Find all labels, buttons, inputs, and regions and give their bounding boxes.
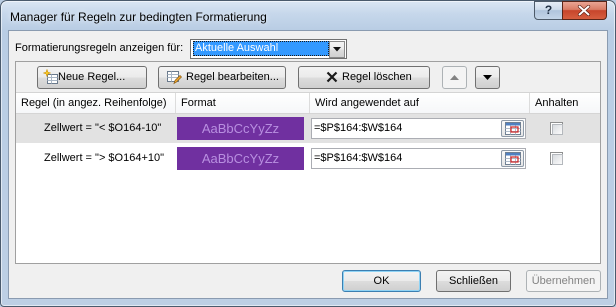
new-rule-label: Neue Regel...: [58, 71, 126, 83]
apply-label: Übernehmen: [531, 275, 596, 287]
close-dialog-label: Schließen: [449, 275, 498, 287]
dropdown-button[interactable]: [329, 41, 345, 58]
move-down-button[interactable]: [475, 66, 500, 89]
range-picker-button[interactable]: [501, 150, 524, 167]
close-icon: [577, 5, 591, 16]
collapse-dialog-icon: [505, 122, 521, 135]
edit-rule-icon: [167, 71, 182, 85]
arrow-down-icon: [483, 75, 492, 80]
delete-rule-label: Regel löschen: [342, 71, 412, 83]
format-preview: AaBbCcYyZz: [177, 117, 304, 140]
arrow-up-icon: [450, 75, 459, 80]
delete-x-icon: [326, 71, 338, 83]
stop-if-true-checkbox[interactable]: [550, 152, 563, 165]
applies-to-input[interactable]: =$P$164:$W$164: [311, 118, 526, 139]
stop-if-true-checkbox[interactable]: [550, 122, 563, 135]
column-header-rule[interactable]: Regel (in angez. Reihenfolge): [16, 93, 175, 113]
range-picker-button[interactable]: [501, 120, 524, 137]
chevron-down-icon: [333, 47, 341, 52]
ok-label: OK: [373, 275, 390, 287]
close-dialog-button[interactable]: Schließen: [436, 270, 511, 292]
rule-description: Zellwert = "< $O164-10": [44, 122, 162, 134]
apply-button[interactable]: Übernehmen: [526, 270, 601, 292]
new-rule-button[interactable]: Neue Regel...: [37, 66, 147, 89]
dropdown-selected-value: Aktuelle Auswahl: [193, 41, 329, 56]
format-preview: AaBbCcYyZz: [177, 147, 304, 170]
title-bar[interactable]: Manager für Regeln zur bedingten Formati…: [0, 0, 616, 30]
close-button[interactable]: [562, 1, 607, 20]
column-header-applies-to[interactable]: Wird angewendet auf: [309, 93, 529, 113]
move-up-button[interactable]: [442, 66, 467, 89]
new-rule-icon: [43, 69, 58, 84]
ok-button[interactable]: OK: [342, 270, 421, 292]
applies-to-input[interactable]: =$P$164:$W$164: [311, 148, 526, 169]
rule-description: Zellwert = "> $O164+10": [44, 152, 165, 164]
edit-rule-button[interactable]: Regel bearbeiten...: [158, 66, 286, 89]
applies-to-value: =$P$164:$W$164: [314, 122, 403, 134]
show-rules-for-dropdown[interactable]: Aktuelle Auswahl: [190, 39, 347, 59]
column-header-format[interactable]: Format: [175, 93, 309, 113]
table-row[interactable]: Zellwert = "< $O164-10" AaBbCcYyZz =$P$1…: [16, 114, 600, 143]
dialog-title: Manager für Regeln zur bedingten Formati…: [10, 10, 267, 24]
show-rules-for-label: Formatierungsregeln anzeigen für:: [15, 42, 184, 54]
help-icon: ?: [544, 3, 553, 17]
collapse-dialog-icon: [505, 152, 521, 165]
rules-table-header: Regel (in angez. Reihenfolge) Format Wir…: [16, 93, 600, 114]
edit-rule-label: Regel bearbeiten...: [186, 71, 279, 83]
help-button[interactable]: ?: [534, 1, 563, 20]
dialog-window: Manager für Regeln zur bedingten Formati…: [0, 0, 616, 307]
delete-rule-button[interactable]: Regel löschen: [298, 66, 430, 89]
column-header-stop-if-true[interactable]: Anhalten: [529, 93, 600, 113]
table-row[interactable]: Zellwert = "> $O164+10" AaBbCcYyZz =$P$1…: [16, 144, 600, 173]
applies-to-value: =$P$164:$W$164: [314, 152, 403, 164]
